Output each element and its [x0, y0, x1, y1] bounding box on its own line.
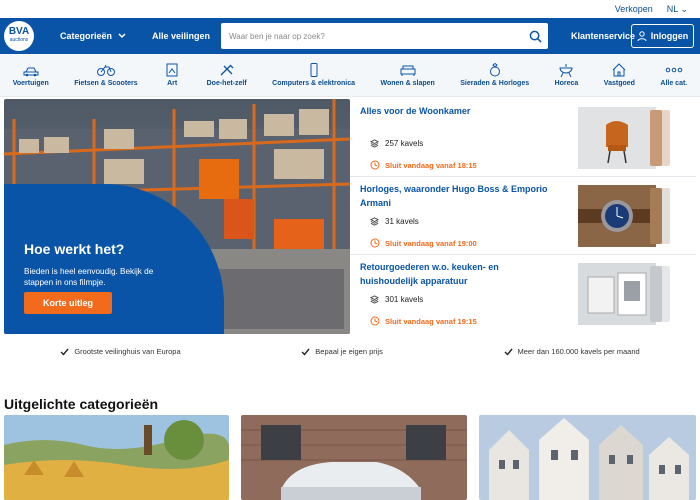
auction-title[interactable]: Retourgoederen w.o. keuken- en huishoude…: [360, 260, 550, 288]
category-vehicles[interactable]: Voertuigen: [13, 63, 49, 87]
featured-tile-real-estate[interactable]: [479, 415, 696, 500]
lot-count: 301 kavels: [370, 295, 423, 304]
clock-icon: [370, 160, 380, 170]
category-horeca[interactable]: Horeca: [555, 63, 578, 87]
search-bar: [221, 23, 548, 49]
auction-title[interactable]: Horloges, waaronder Hugo Boss & Emporio …: [360, 182, 550, 210]
appliance-image: [578, 263, 656, 325]
category-living-sleeping[interactable]: Wonen & slapen: [380, 63, 435, 87]
house-icon: [613, 63, 626, 77]
hero-text: Bieden is heel eenvoudig. Bekijk de stap…: [24, 267, 154, 287]
hero-title: Hoe werkt het?: [24, 241, 125, 257]
chevron-down-icon: [118, 33, 126, 39]
hero-banner: Hoe werkt het? Bieden is heel eenvoudig.…: [4, 99, 350, 334]
login-button[interactable]: Inloggen: [631, 24, 694, 48]
art-icon: [166, 63, 178, 77]
user-icon: [637, 31, 647, 41]
bbq-icon: [559, 64, 573, 77]
closing-time: Sluit vandaag vanaf 19:15: [370, 316, 477, 326]
category-jewelry-watches[interactable]: Sieraden & Horloges: [460, 63, 529, 87]
building-image: [479, 415, 696, 500]
usp-item: Meer dan 160.000 kavels per maand: [504, 347, 640, 356]
sofa-icon: [400, 65, 416, 76]
language-selector[interactable]: NL ⌄: [667, 4, 688, 15]
phone-icon: [310, 63, 318, 77]
watch-image: [578, 185, 656, 247]
categories-menu-button[interactable]: Categorieën: [60, 31, 126, 41]
car-icon: [23, 67, 39, 77]
ring-icon: [489, 63, 500, 77]
short-explanation-button[interactable]: Korte uitleg: [24, 292, 112, 314]
category-bar: Voertuigen Fietsen & Scooters Art Doe-he…: [0, 54, 700, 97]
category-art[interactable]: Art: [163, 63, 181, 87]
sell-link[interactable]: Verkopen: [615, 4, 653, 14]
tools-icon: [220, 64, 234, 76]
bicycle-icon: [96, 64, 115, 76]
closing-time: Sluit vandaag vanaf 19:00: [370, 238, 477, 248]
auction-card[interactable]: Alles voor de Woonkamer 257 kavels Sluit…: [350, 99, 696, 177]
auction-card[interactable]: Horloges, waaronder Hugo Boss & Emporio …: [350, 177, 696, 255]
featured-tile-art[interactable]: [4, 415, 229, 500]
all-auctions-link[interactable]: Alle veilingen: [152, 31, 210, 41]
auction-thumbnail[interactable]: [578, 185, 670, 247]
bva-logo[interactable]: BVA auctions: [4, 21, 34, 51]
usp-item: Grootste veilinghuis van Europa: [60, 347, 181, 356]
auction-thumbnail[interactable]: [578, 263, 670, 325]
auction-list: Alles voor de Woonkamer 257 kavels Sluit…: [350, 99, 696, 334]
category-bikes-scooters[interactable]: Fietsen & Scooters: [74, 63, 138, 87]
search-button[interactable]: [522, 23, 548, 49]
search-input[interactable]: [229, 31, 522, 41]
customer-service-link[interactable]: Klantenservice: [571, 31, 635, 41]
closing-time: Sluit vandaag vanaf 18:15: [370, 160, 477, 170]
layers-icon: [370, 217, 379, 226]
search-icon: [529, 30, 542, 43]
featured-tile-vehicles[interactable]: [241, 415, 467, 500]
layers-icon: [370, 139, 379, 148]
main-header: BVA auctions Categorieën Alle veilingen …: [0, 18, 700, 54]
category-computers-electronics[interactable]: Computers & elektronica: [272, 63, 355, 87]
checkmark-icon: [301, 348, 310, 356]
dots-icon: [665, 67, 683, 73]
chevron-down-icon: ⌄: [680, 3, 688, 14]
clock-icon: [370, 238, 380, 248]
auction-title[interactable]: Alles voor de Woonkamer: [360, 104, 550, 118]
checkmark-icon: [504, 348, 513, 356]
category-real-estate[interactable]: Vastgoed: [604, 63, 635, 87]
top-strip: Verkopen NL ⌄: [0, 0, 700, 18]
chair-image: [578, 107, 656, 169]
auction-card[interactable]: Retourgoederen w.o. keuken- en huishoude…: [350, 255, 696, 333]
lot-count: 31 kavels: [370, 217, 419, 226]
checkmark-icon: [60, 348, 69, 356]
lot-count: 257 kavels: [370, 139, 423, 148]
clock-icon: [370, 316, 380, 326]
category-all[interactable]: Alle cat.: [660, 63, 687, 87]
featured-categories-title: Uitgelichte categorieën: [4, 396, 159, 412]
painting-image: [4, 415, 229, 500]
category-diy[interactable]: Doe-het-zelf: [207, 63, 247, 87]
usp-row: Grootste veilinghuis van Europa Bepaal j…: [0, 347, 700, 356]
car-image: [241, 415, 467, 500]
layers-icon: [370, 295, 379, 304]
auction-thumbnail[interactable]: [578, 107, 670, 169]
usp-item: Bepaal je eigen prijs: [301, 347, 383, 356]
